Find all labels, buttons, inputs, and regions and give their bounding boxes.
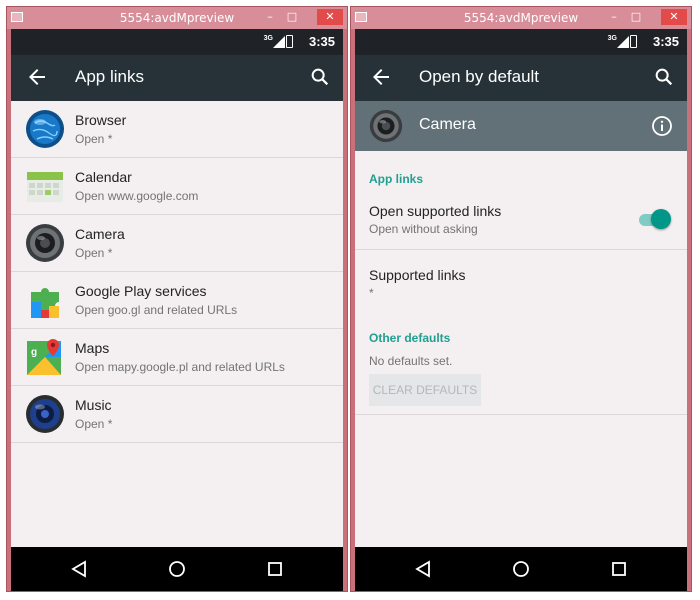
camera-icon — [26, 224, 64, 262]
music-speaker-icon — [26, 395, 64, 433]
back-arrow-icon[interactable] — [25, 65, 49, 89]
app-subtitle: Open * — [75, 417, 113, 431]
battery-icon — [630, 35, 637, 48]
page-title: App links — [75, 67, 144, 86]
clear-defaults-button[interactable]: CLEAR DEFAULTS — [369, 374, 481, 406]
camera-icon — [369, 109, 403, 143]
navigation-bar — [355, 547, 687, 591]
device-screen: 3G 3:35 Open by default Camera App links… — [355, 29, 687, 591]
app-name: Maps — [75, 340, 110, 356]
list-item-maps[interactable]: g Maps Open mapy.google.pl and related U… — [11, 329, 343, 386]
status-time: 3:35 — [308, 34, 335, 49]
app-header: Camera — [355, 101, 687, 151]
signal-icon — [273, 36, 285, 48]
other-defaults-heading: Other defaults — [369, 331, 451, 345]
emulator-window-right: 5554:avdMpreview – □ ✕ 3G 3:35 Open by d… — [350, 6, 692, 592]
open-supported-links-toggle[interactable] — [639, 208, 671, 230]
status-time: 3:35 — [652, 34, 679, 49]
app-subtitle: Open * — [75, 246, 113, 260]
list-item-calendar[interactable]: Calendar Open www.google.com — [11, 158, 343, 215]
app-subtitle: Open www.google.com — [75, 189, 199, 203]
search-icon[interactable] — [653, 66, 675, 88]
supported-links-title: Supported links — [369, 267, 466, 283]
back-arrow-icon[interactable] — [369, 65, 393, 89]
maps-icon: g — [27, 339, 61, 375]
network-type: 3G — [607, 35, 617, 42]
network-type: 3G — [263, 35, 273, 42]
close-button[interactable]: ✕ — [317, 9, 343, 25]
svg-text:g: g — [31, 347, 37, 358]
status-bar: 3G 3:35 — [355, 29, 687, 55]
app-name: Music — [75, 397, 112, 413]
nav-recents-icon[interactable] — [265, 559, 285, 579]
open-supported-links-title: Open supported links — [369, 203, 502, 219]
play-services-icon — [31, 288, 59, 318]
window-titlebar[interactable]: 5554:avdMpreview – □ ✕ — [351, 7, 691, 29]
divider — [355, 249, 687, 250]
app-subtitle: Open goo.gl and related URLs — [75, 303, 238, 317]
navigation-bar — [11, 547, 343, 591]
calendar-icon — [27, 172, 63, 202]
nav-recents-icon[interactable] — [609, 559, 629, 579]
app-header-name: Camera — [419, 116, 476, 133]
battery-icon — [286, 35, 293, 48]
nav-home-icon[interactable] — [510, 558, 532, 580]
list-item-google-play-services[interactable]: Google Play services Open goo.gl and rel… — [11, 272, 343, 329]
app-name: Camera — [75, 226, 125, 242]
maximize-button[interactable]: □ — [627, 9, 645, 25]
signal-icon — [617, 36, 629, 48]
list-item-camera[interactable]: Camera Open * — [11, 215, 343, 272]
toggle-thumb — [651, 209, 671, 229]
maximize-button[interactable]: □ — [283, 9, 301, 25]
app-subtitle: Open * — [75, 132, 113, 146]
app-name: Browser — [75, 112, 127, 128]
app-subtitle: Open mapy.google.pl and related URLs — [75, 360, 285, 374]
app-links-heading: App links — [369, 172, 424, 186]
page-title: Open by default — [419, 67, 540, 86]
info-icon[interactable] — [651, 115, 673, 137]
browser-globe-icon — [26, 110, 64, 148]
app-bar: App links — [11, 55, 343, 101]
open-supported-links-subtitle: Open without asking — [369, 222, 478, 236]
nav-back-icon[interactable] — [413, 559, 433, 579]
app-bar: Open by default — [355, 55, 687, 101]
supported-links-value: * — [369, 286, 374, 300]
close-button[interactable]: ✕ — [661, 9, 687, 25]
app-name: Calendar — [75, 169, 132, 185]
minimize-button[interactable]: – — [605, 9, 623, 25]
divider — [355, 414, 687, 415]
minimize-button[interactable]: – — [261, 9, 279, 25]
list-item-music[interactable]: Music Open * — [11, 386, 343, 443]
window-titlebar[interactable]: 5554:avdMpreview – □ ✕ — [7, 7, 347, 29]
nav-back-icon[interactable] — [69, 559, 89, 579]
nav-home-icon[interactable] — [166, 558, 188, 580]
emulator-window-left: 5554:avdMpreview – □ ✕ 3G 3:35 App links — [6, 6, 348, 592]
search-icon[interactable] — [309, 66, 331, 88]
app-list: Browser Open * Calendar Open www.google.… — [11, 101, 343, 443]
device-screen: 3G 3:35 App links Browser Open * Calenda… — [11, 29, 343, 591]
app-name: Google Play services — [75, 283, 207, 299]
list-item-browser[interactable]: Browser Open * — [11, 101, 343, 158]
no-defaults-text: No defaults set. — [369, 354, 453, 368]
status-bar: 3G 3:35 — [11, 29, 343, 55]
